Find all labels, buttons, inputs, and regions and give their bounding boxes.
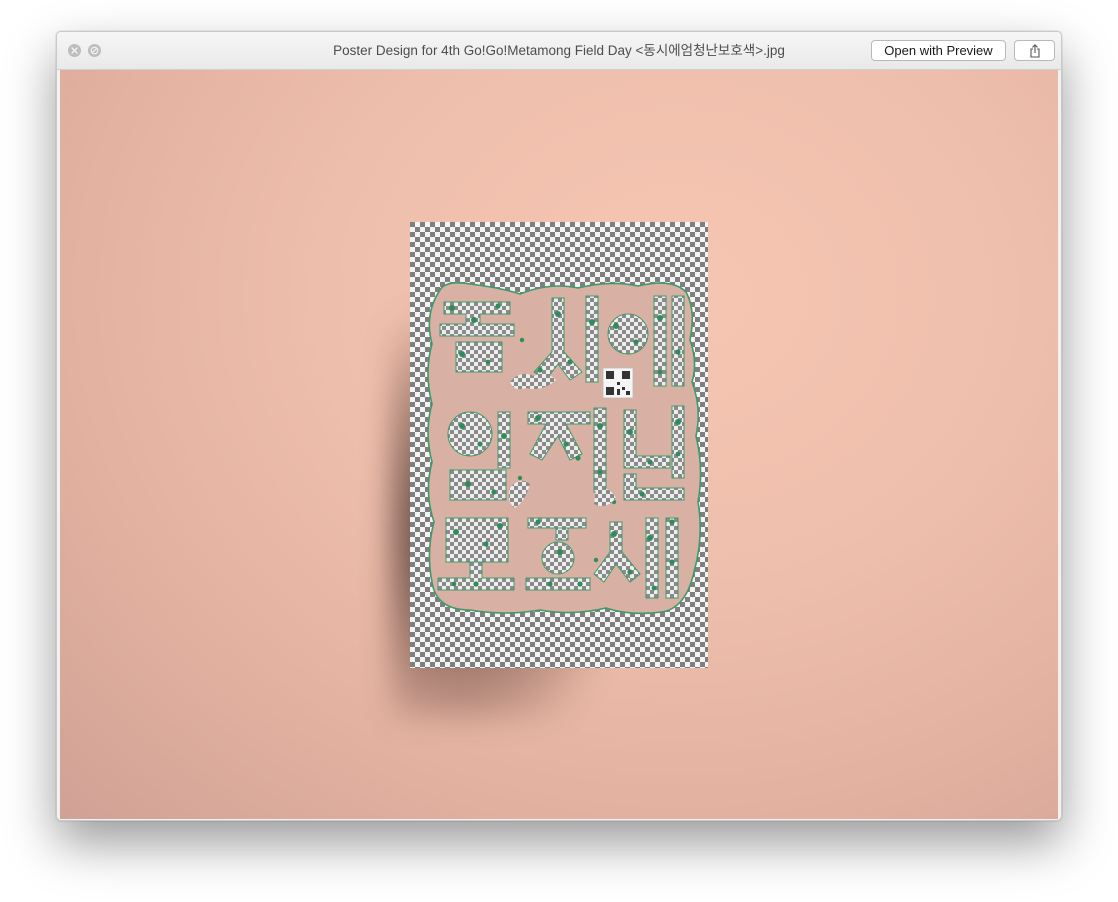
title-bar[interactable]: Poster Design for 4th Go!Go!Metamong Fie… xyxy=(57,32,1061,70)
quick-look-window: Poster Design for 4th Go!Go!Metamong Fie… xyxy=(56,31,1062,821)
close-button[interactable] xyxy=(68,44,81,57)
close-x-icon xyxy=(71,47,78,54)
poster-image xyxy=(410,222,708,668)
poster-artwork xyxy=(410,222,708,668)
share-icon xyxy=(1029,43,1040,58)
image-preview-area xyxy=(60,70,1058,819)
fullscreen-button[interactable] xyxy=(88,44,101,57)
open-with-preview-button[interactable]: Open with Preview xyxy=(871,40,1006,61)
fullscreen-icon xyxy=(90,46,99,55)
qr-code xyxy=(602,367,634,399)
share-button[interactable] xyxy=(1014,40,1055,61)
